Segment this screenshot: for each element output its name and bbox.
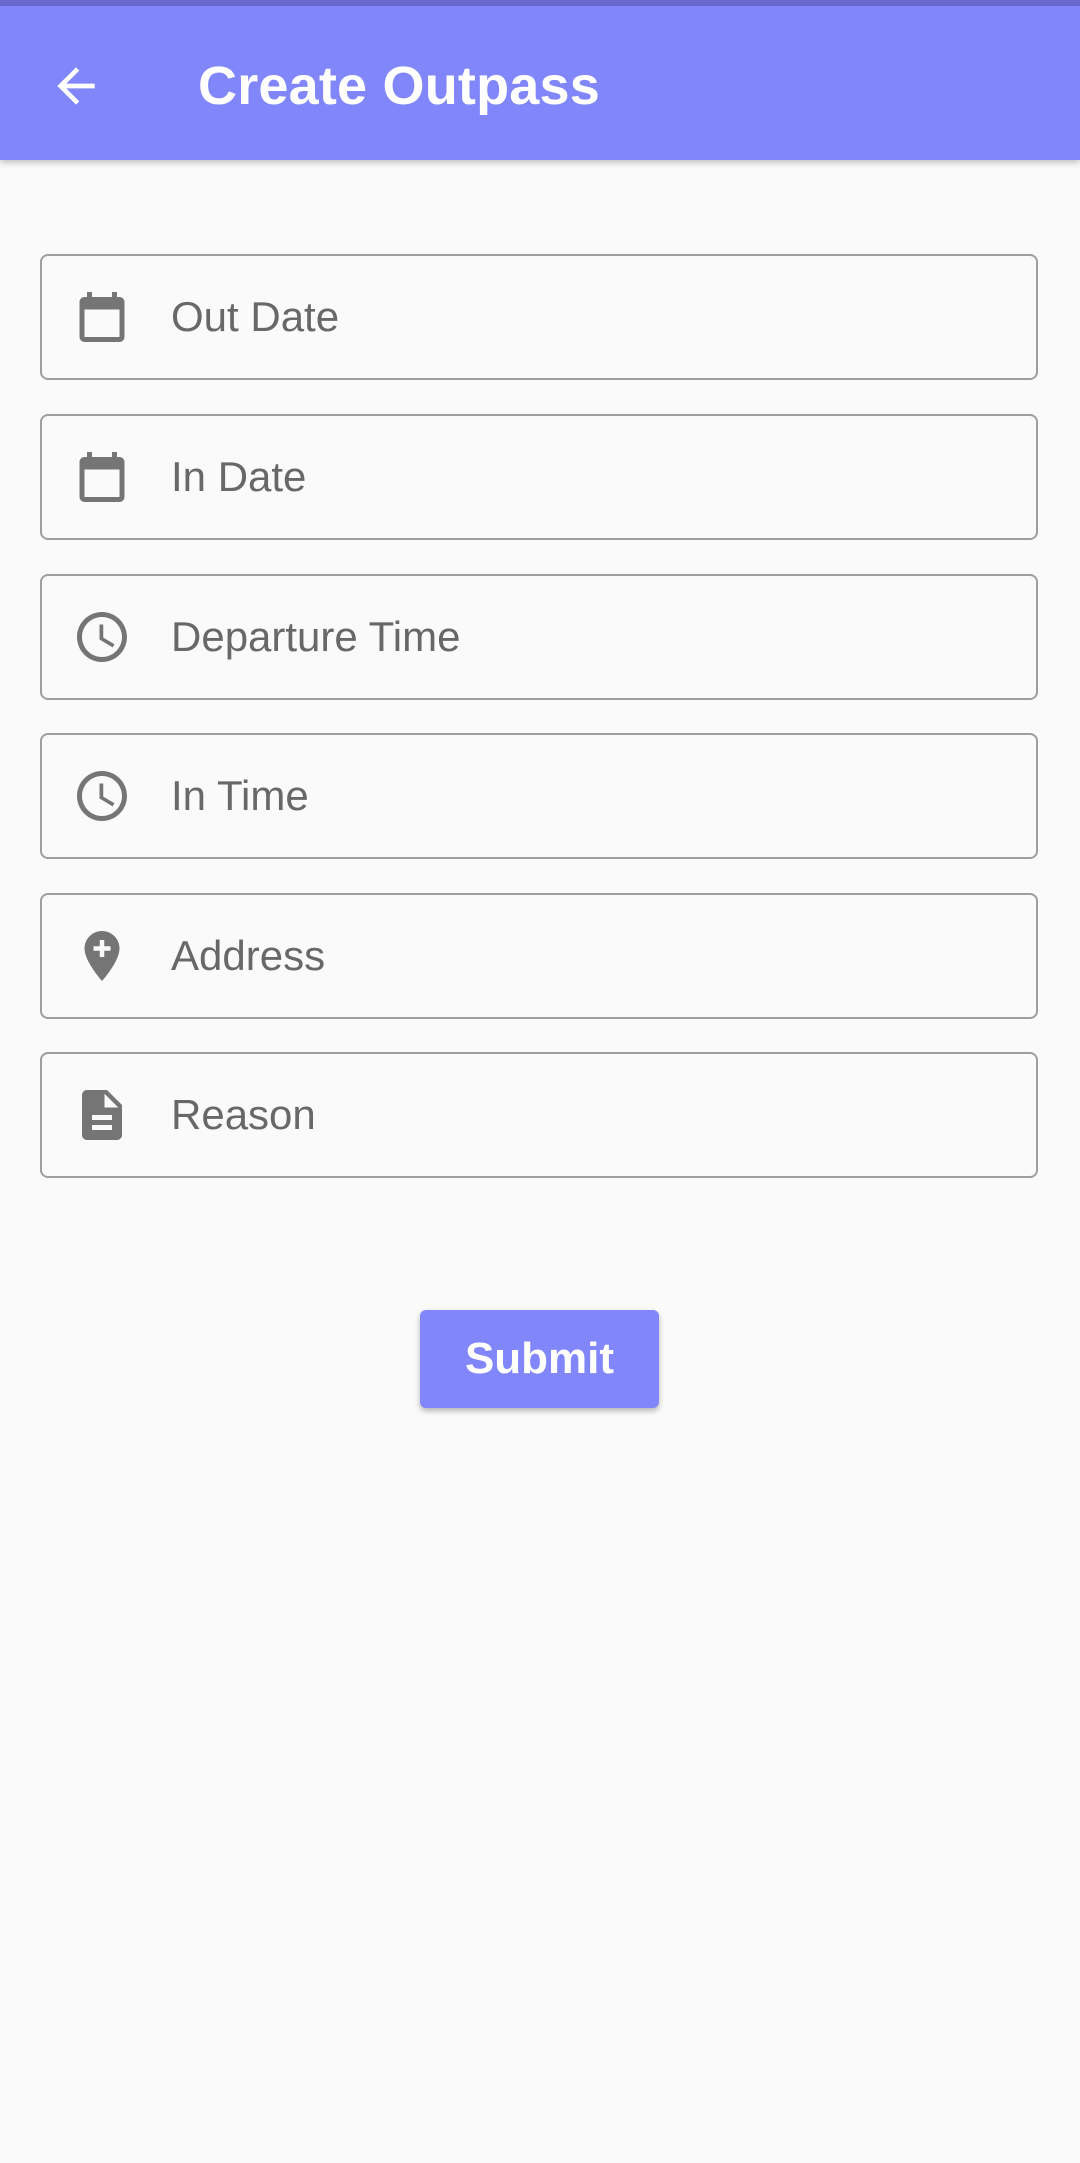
in-date-field[interactable] [40,414,1038,540]
submit-button[interactable]: Submit [420,1310,659,1408]
calendar-icon [72,287,132,347]
reason-input[interactable] [171,1054,1011,1175]
clock-icon [72,766,132,826]
address-field[interactable] [40,893,1038,1019]
in-time-field[interactable] [40,733,1038,859]
add-location-icon [72,926,132,986]
address-input[interactable] [171,895,1011,1016]
departure-time-field[interactable] [40,574,1038,700]
in-date-input[interactable] [171,416,1011,537]
back-button[interactable] [40,50,112,122]
document-icon [72,1085,132,1145]
in-time-input[interactable] [171,735,1011,856]
app-bar: Create Outpass [0,6,1080,160]
clock-icon [72,607,132,667]
departure-time-input[interactable] [171,576,1011,697]
reason-field[interactable] [40,1052,1038,1178]
out-date-input[interactable] [171,256,1011,377]
page-title: Create Outpass [198,56,600,116]
calendar-icon [72,447,132,507]
out-date-field[interactable] [40,254,1038,380]
arrow-left-icon [57,67,95,105]
